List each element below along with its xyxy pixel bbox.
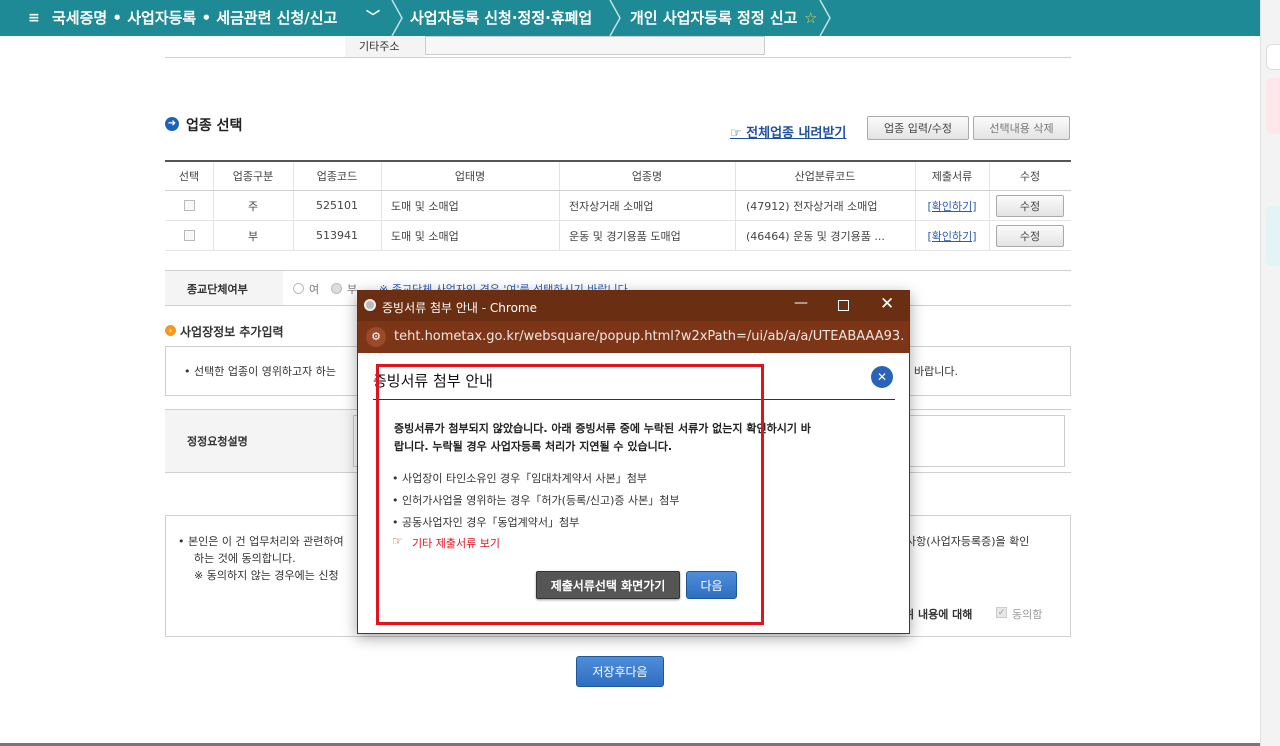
row-type: 부 <box>247 229 259 243</box>
consent-line1-left: • 본인은 이 건 업무처리와 관련하여 <box>178 535 344 548</box>
docs-check-link[interactable]: [확인하기] <box>927 228 976 244</box>
arrow-right-icon: › <box>165 325 176 336</box>
col-type: 업종구분 <box>232 170 274 183</box>
row-ksic: (47912) 전자상거래 소매업 <box>746 199 878 213</box>
nav-breadcrumb-1[interactable]: 국세증명 • 사업자등록 • 세금관련 신청/신고 <box>52 0 337 36</box>
highlight-frame <box>376 364 764 625</box>
arrow-right-icon: ➜ <box>165 117 179 131</box>
row-code: 525101 <box>316 199 358 212</box>
agree-label: 동의함 <box>1012 608 1043 621</box>
docs-check-link[interactable]: [확인하기] <box>927 198 976 214</box>
right-side-panel <box>1260 0 1280 746</box>
address-row: 기타주소 <box>165 36 1071 58</box>
consent-agree-prefix: 위 내용에 대해 <box>904 608 973 621</box>
star-outline-icon[interactable]: ☆ <box>804 0 817 36</box>
address-input[interactable] <box>425 36 765 55</box>
popup-titlebar: 증빙서류 첨부 안내 - Chrome — ✕ <box>358 291 909 321</box>
table-row: 주 525101 도매 및 소매업 전자상거래 소매업 (47912) 전자상거… <box>165 191 1071 221</box>
close-icon[interactable]: ✕ <box>880 294 894 314</box>
row-item: 운동 및 경기용품 도매업 <box>569 229 681 243</box>
row-code: 513941 <box>316 229 358 242</box>
religious-label: 종교단체여부 <box>187 283 248 296</box>
globe-icon <box>364 299 376 311</box>
radio-yes[interactable] <box>293 283 304 294</box>
breadcrumb-separator-icon <box>391 0 403 36</box>
chevron-down-icon[interactable]: ﹀ <box>366 0 380 36</box>
site-settings-icon[interactable]: ⚙ <box>366 327 386 347</box>
breadcrumb-separator-icon <box>819 0 831 36</box>
hamburger-icon[interactable]: ≡ <box>28 0 40 36</box>
radio-no-label: 부 <box>347 283 358 296</box>
row-ksic: (46464) 운동 및 경기용품 ... <box>746 229 885 243</box>
row-edit-button[interactable]: 수정 <box>996 224 1064 247</box>
col-select: 선택 <box>178 170 200 183</box>
industry-section-title: 업종 선택 <box>186 118 243 134</box>
row-biz-type: 도매 및 소매업 <box>391 229 459 243</box>
row-biz-type: 도매 및 소매업 <box>391 199 459 213</box>
table-row: 부 513941 도매 및 소매업 운동 및 경기용품 도매업 (46464) … <box>165 221 1071 251</box>
col-code: 업종코드 <box>316 170 358 183</box>
consent-line2: 하는 것에 동의합니다. <box>194 552 296 565</box>
col-biz-type: 업태명 <box>454 170 486 183</box>
row-item: 전자상거래 소매업 <box>569 199 654 213</box>
consent-line3: ※ 동의하지 않는 경우에는 신청 <box>194 569 339 582</box>
popup-url: teht.hometax.go.kr/websquare/popup.html?… <box>394 329 904 344</box>
col-edit: 수정 <box>1019 170 1041 183</box>
download-all-industries-link[interactable]: ☞ 전체업종 내려받기 <box>730 122 846 141</box>
extra-info-title: 사업장정보 추가입력 <box>180 325 284 339</box>
minimize-icon[interactable]: — <box>794 295 808 311</box>
maximize-icon[interactable] <box>838 300 849 311</box>
extra-note-left: • 선택한 업종이 영위하고자 하는 <box>184 365 337 378</box>
breadcrumb-separator-icon <box>609 0 621 36</box>
popup-close-icon[interactable]: ✕ <box>871 366 893 388</box>
row-checkbox[interactable] <box>183 230 195 241</box>
radio-no[interactable] <box>331 283 342 294</box>
agree-checkbox[interactable]: ✓ <box>996 607 1007 618</box>
col-docs: 제출서류 <box>931 170 973 183</box>
address-label: 기타주소 <box>359 40 400 53</box>
popup-address-bar: ⚙ teht.hometax.go.kr/websquare/popup.htm… <box>358 321 909 353</box>
save-next-button[interactable]: 저장후다음 <box>576 656 664 687</box>
extra-note-right: 바랍니다. <box>914 365 958 378</box>
industry-edit-button[interactable]: 업종 입력/수정 <box>867 116 969 140</box>
radio-yes-label: 여 <box>309 283 320 296</box>
col-item: 업종명 <box>631 170 663 183</box>
delete-selection-button[interactable]: 선택내용 삭제 <box>973 116 1070 140</box>
nav-breadcrumb-2[interactable]: 사업자등록 신청·정정·휴폐업 <box>410 0 592 36</box>
row-type: 주 <box>247 199 259 213</box>
row-edit-button[interactable]: 수정 <box>996 194 1064 217</box>
consent-line1-right: 사항(사업자등록증)을 확인 <box>906 535 1030 548</box>
nav-breadcrumb-3[interactable]: 개인 사업자등록 정정 신고 <box>630 0 797 36</box>
col-ksic: 산업분류코드 <box>794 170 856 183</box>
top-navigation-bar: ≡ 국세증명 • 사업자등록 • 세금관련 신청/신고 ﹀ 사업자등록 신청·정… <box>0 0 1260 36</box>
industry-table-header: 선택 업종구분 업종코드 업태명 업종명 산업분류코드 제출서류 수정 <box>165 160 1071 191</box>
correction-label: 정정요청설명 <box>187 435 248 448</box>
row-checkbox[interactable] <box>183 200 195 211</box>
popup-window-title: 증빙서류 첨부 안내 - Chrome <box>382 301 537 315</box>
